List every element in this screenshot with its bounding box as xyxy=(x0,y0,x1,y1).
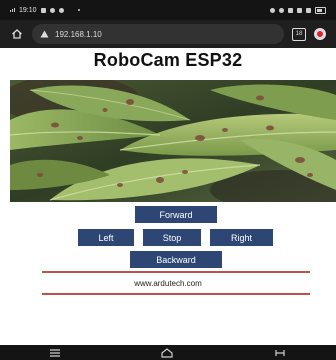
battery-icon xyxy=(315,6,326,14)
divider xyxy=(42,271,310,273)
notification-icon xyxy=(49,7,55,13)
page-title: RoboCam ESP32 xyxy=(93,50,243,70)
warning-triangle-icon xyxy=(40,30,49,38)
url-text: 192.168.1.10 xyxy=(55,29,102,39)
browser-toolbar: 192.168.1.10 18 xyxy=(0,20,336,48)
stop-button[interactable]: Stop xyxy=(143,229,201,246)
tabs-icon[interactable]: 18 xyxy=(292,27,306,41)
system-nav-bar xyxy=(0,345,336,360)
tab-count: 18 xyxy=(295,31,303,37)
location-icon xyxy=(279,7,284,13)
backward-button[interactable]: Backward xyxy=(130,251,222,268)
home-icon[interactable] xyxy=(10,27,24,41)
right-button[interactable]: Right xyxy=(210,229,273,246)
notification-icon xyxy=(58,7,64,13)
browser-menu-icon[interactable] xyxy=(314,28,326,40)
signal-icon xyxy=(10,8,15,12)
more-notifications-icon xyxy=(77,9,80,11)
address-bar[interactable]: 192.168.1.10 xyxy=(32,24,284,44)
data-icon xyxy=(288,7,293,13)
left-button[interactable]: Left xyxy=(78,229,134,246)
alarm-icon xyxy=(270,7,275,13)
footer-site-text: www.ardutech.com xyxy=(134,279,202,288)
home-icon[interactable] xyxy=(160,347,174,358)
menu-icon[interactable] xyxy=(49,348,61,358)
wifi-icon xyxy=(297,7,302,13)
cell-signal-icon xyxy=(306,7,311,13)
camera-stream-image xyxy=(10,80,336,202)
divider xyxy=(42,293,310,295)
forward-button[interactable]: Forward xyxy=(135,206,217,223)
status-bar: 19:10 xyxy=(0,0,336,20)
back-icon[interactable] xyxy=(273,348,287,358)
status-time: 19:10 xyxy=(19,6,37,14)
notification-icon xyxy=(40,7,46,13)
